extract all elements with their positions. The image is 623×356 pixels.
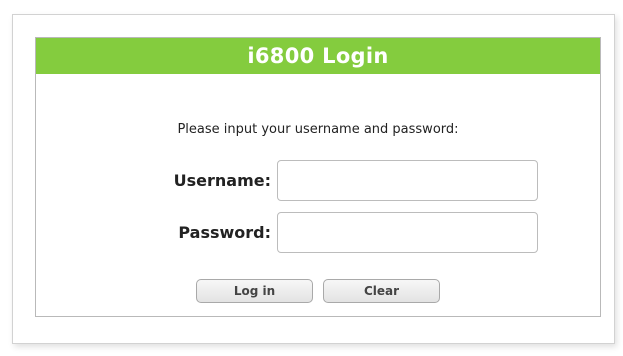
- username-input[interactable]: [277, 160, 538, 201]
- login-title: i6800 Login: [247, 44, 389, 68]
- clear-button[interactable]: Clear: [323, 279, 440, 303]
- login-prompt: Please input your username and password:: [177, 122, 459, 137]
- button-row: Log in Clear: [36, 279, 600, 303]
- password-label: Password:: [178, 223, 271, 242]
- window-frame: i6800 Login Please input your username a…: [12, 14, 615, 344]
- login-header: i6800 Login: [36, 38, 600, 74]
- password-input[interactable]: [277, 212, 538, 253]
- username-label: Username:: [173, 171, 271, 190]
- login-panel: i6800 Login Please input your username a…: [35, 37, 601, 317]
- login-button[interactable]: Log in: [196, 279, 313, 303]
